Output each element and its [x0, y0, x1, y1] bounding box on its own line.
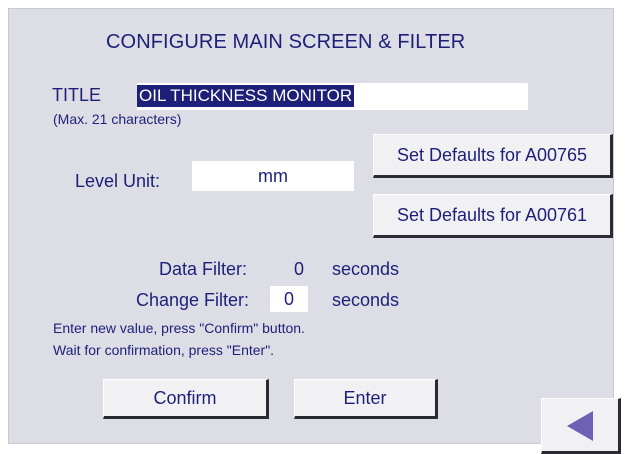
configure-panel: CONFIGURE MAIN SCREEN & FILTER TITLE OIL… — [8, 8, 621, 454]
data-filter-unit: seconds — [332, 259, 400, 279]
level-unit-label: Level Unit: — [75, 171, 161, 191]
title-hint: (Max. 21 characters) — [53, 111, 182, 127]
triangle-left-icon — [567, 411, 593, 441]
change-filter-label: Change Filter: — [136, 290, 250, 310]
page-title: CONFIGURE MAIN SCREEN & FILTER — [106, 31, 466, 53]
enter-button[interactable]: Enter — [294, 379, 438, 419]
title-input-value: OIL THICKNESS MONITOR — [137, 85, 355, 107]
change-filter-unit: seconds — [332, 290, 400, 310]
change-filter-field[interactable]: 0 — [270, 286, 308, 312]
confirm-button[interactable]: Confirm — [103, 379, 269, 419]
data-filter-value: 0 — [294, 259, 305, 279]
instruction-line-2: Wait for confirmation, press "Enter". — [53, 342, 275, 358]
title-input[interactable]: OIL THICKNESS MONITOR — [137, 83, 528, 110]
instruction-line-1: Enter new value, press "Confirm" button. — [53, 320, 305, 336]
data-filter-label: Data Filter: — [159, 259, 248, 279]
title-label: TITLE — [52, 85, 102, 105]
set-defaults-a00765-button[interactable]: Set Defaults for A00765 — [373, 134, 613, 178]
set-defaults-a00761-button[interactable]: Set Defaults for A00761 — [373, 194, 613, 238]
level-unit-field[interactable]: mm — [192, 161, 354, 191]
